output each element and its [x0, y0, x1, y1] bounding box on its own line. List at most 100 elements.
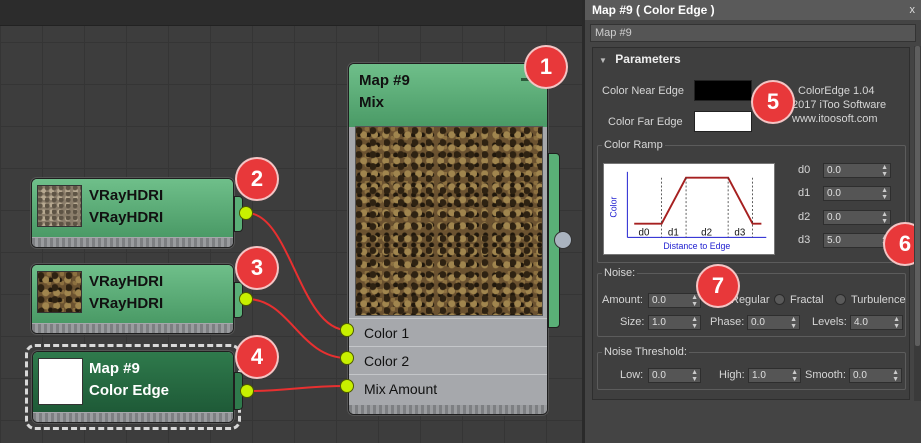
color-ramp-label: Color Ramp: [602, 139, 665, 151]
coloredge-output-socket[interactable]: [240, 384, 254, 398]
noise-type-turbulence-radio[interactable]: [835, 294, 846, 305]
port-mix-amount[interactable]: Mix Amount: [349, 374, 547, 402]
scrollbar-thumb[interactable]: [915, 46, 920, 346]
mix-output-socket[interactable]: [554, 231, 572, 249]
spinner-arrows-icon[interactable]: ▲▼: [691, 369, 698, 383]
color-near-swatch[interactable]: [694, 80, 752, 101]
spinner-arrows-icon[interactable]: ▲▼: [691, 316, 698, 330]
close-icon[interactable]: x: [910, 0, 916, 20]
ramp-segment-d1: d1: [668, 227, 679, 238]
annotation-badge-3: 3: [237, 248, 277, 288]
port-mix-amount-label: Mix Amount: [364, 381, 438, 397]
vrayhdri-node-1-header[interactable]: VRayHDRI VRayHDRI: [32, 179, 233, 237]
port-color-2-label: Color 2: [364, 353, 410, 369]
vrayhdri-node-2[interactable]: VRayHDRI VRayHDRI: [31, 264, 234, 334]
noise-type-regular[interactable]: Regular: [731, 294, 770, 306]
spinner-arrows-icon[interactable]: ▲▼: [691, 294, 698, 308]
port-color-1[interactable]: Color 1: [349, 318, 547, 346]
ramp-x-axis-label: Distance to Edge: [663, 241, 730, 251]
vrayhdri-1-footer: [32, 238, 233, 247]
color-near-label: Color Near Edge: [602, 85, 684, 97]
noise-size-value: 1.0: [652, 317, 666, 328]
spinner-arrows-icon[interactable]: ▲▼: [881, 211, 888, 225]
vrayhdri-2-output-socket[interactable]: [239, 292, 253, 306]
noise-threshold-label: Noise Threshold:: [602, 346, 689, 358]
noise-levels-value: 4.0: [854, 317, 868, 328]
vrayhdri-1-output-socket[interactable]: [239, 206, 253, 220]
noise-levels-label: Levels:: [812, 316, 847, 328]
threshold-smooth-spinner[interactable]: 0.0 ▲ ▼: [849, 368, 902, 383]
ramp-segment-d0: d0: [639, 227, 650, 238]
input-socket-color-1[interactable]: [340, 323, 354, 337]
threshold-smooth-value: 0.0: [853, 370, 867, 381]
rollout-collapse-icon[interactable]: ▼: [599, 56, 607, 65]
d0-label: d0: [798, 164, 811, 176]
annotation-badge-2: 2: [237, 159, 277, 199]
panel-scrollbar[interactable]: [914, 46, 921, 401]
spinner-arrows-icon[interactable]: ▲▼: [790, 316, 797, 330]
noise-group: Noise: Amount: 0.0 ▲ ▼ Regular Fractal Tur…: [597, 267, 906, 337]
panel-title-bar: Map #9 ( Color Edge ) x: [585, 0, 921, 20]
d2-label: d2: [798, 211, 811, 223]
coloredge-thumbnail: [38, 358, 83, 405]
ramp-segment-d2: d2: [701, 227, 712, 238]
threshold-high-value: 1.0: [752, 370, 766, 381]
threshold-high-spinner[interactable]: 1.0 ▲ ▼: [748, 368, 801, 383]
noise-amount-spinner[interactable]: 0.0 ▲ ▼: [648, 293, 701, 308]
d1-value: 0.0: [827, 188, 841, 199]
annotation-badge-1: 1: [526, 47, 566, 87]
mix-node-header[interactable]: Map #9 Mix: [349, 64, 547, 127]
noise-type-fractal[interactable]: Fractal: [790, 294, 824, 306]
coloredge-node[interactable]: Map #9 Color Edge: [32, 351, 234, 423]
port-color-2[interactable]: Color 2: [349, 346, 547, 374]
about-line-2: 2017 iToo Software: [792, 99, 887, 111]
map-name-field[interactable]: Map #9: [590, 24, 916, 42]
vrayhdri-node-1[interactable]: VRayHDRI VRayHDRI: [31, 178, 234, 248]
color-ramp-group: Color Ramp Color d0 d1 d2 d3 Distance to…: [597, 139, 906, 263]
color-far-swatch[interactable]: [694, 111, 752, 132]
input-socket-mix-amount[interactable]: [340, 379, 354, 393]
canvas-toolbar: [0, 0, 582, 26]
parameters-panel: Map #9 ( Color Edge ) x Map #9 ▼ Paramet…: [582, 0, 921, 443]
color-ramp-graph: Color d0 d1 d2 d3 Distance to Edge: [603, 163, 775, 255]
spinner-arrows-icon[interactable]: ▲▼: [893, 316, 900, 330]
noise-levels-spinner[interactable]: 4.0 ▲ ▼: [850, 315, 903, 330]
mix-node-footer: [349, 405, 547, 414]
annotation-badge-5: 5: [753, 82, 793, 122]
threshold-low-value: 0.0: [652, 370, 666, 381]
threshold-high-label: High:: [719, 369, 745, 381]
vrayhdri-1-thumbnail: [37, 185, 82, 227]
noise-amount-label: Amount:: [602, 294, 643, 306]
spinner-arrows-icon[interactable]: ▲▼: [881, 187, 888, 201]
noise-phase-value: 0.0: [751, 317, 765, 328]
parameters-rollout: ▼ Parameters Color Near Edge Color Far E…: [592, 47, 921, 400]
mix-node-title: Map #9: [359, 72, 410, 89]
d0-spinner[interactable]: 0.0 ▲ ▼: [823, 163, 891, 178]
threshold-low-spinner[interactable]: 0.0 ▲ ▼: [648, 368, 701, 383]
noise-amount-value: 0.0: [652, 295, 666, 306]
spinner-arrows-icon[interactable]: ▲▼: [892, 369, 899, 383]
ramp-segment-d3: d3: [734, 227, 745, 238]
spinner-arrows-icon[interactable]: ▲▼: [881, 164, 888, 178]
d3-spinner[interactable]: 5.0▲▼: [823, 233, 891, 248]
spinner-arrows-icon[interactable]: ▲▼: [791, 369, 798, 383]
mix-node[interactable]: Map #9 Mix Color 1 Color 2 Mix Amount: [348, 63, 548, 415]
noise-type-fractal-radio[interactable]: [774, 294, 785, 305]
vrayhdri-node-2-header[interactable]: VRayHDRI VRayHDRI: [32, 265, 233, 323]
about-line-3: www.itoosoft.com: [792, 113, 878, 125]
d1-spinner[interactable]: 0.0 ▲ ▼: [823, 186, 891, 201]
coloredge-node-header[interactable]: Map #9 Color Edge: [33, 352, 233, 412]
coloredge-title: Map #9: [89, 360, 140, 377]
vrayhdri-2-thumbnail: [37, 271, 82, 313]
rollout-header[interactable]: ▼ Parameters: [593, 48, 909, 70]
noise-size-spinner[interactable]: 1.0 ▲ ▼: [648, 315, 701, 330]
vrayhdri-1-subtitle: VRayHDRI: [89, 209, 164, 226]
mix-node-subtitle: Mix: [359, 94, 385, 111]
d2-spinner[interactable]: 0.0 ▲ ▼: [823, 210, 891, 225]
input-socket-color-2[interactable]: [340, 351, 354, 365]
noise-phase-label: Phase:: [710, 316, 745, 328]
d2-value: 0.0: [827, 212, 841, 223]
node-editor-canvas[interactable]: Map #9 Mix Color 1 Color 2 Mix Amount VR…: [0, 0, 582, 443]
noise-type-turbulence[interactable]: Turbulence: [851, 294, 906, 306]
noise-phase-spinner[interactable]: 0.0 ▲ ▼: [747, 315, 800, 330]
